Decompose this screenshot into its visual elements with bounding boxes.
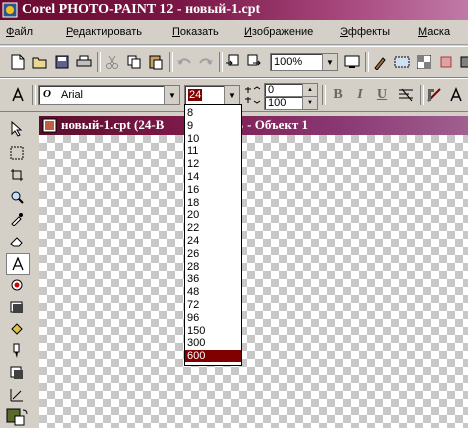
italic-button[interactable]: I — [350, 85, 370, 105]
effect-tool-icon[interactable] — [6, 363, 28, 383]
font-size-option[interactable]: 28 — [185, 261, 241, 273]
spinner-icon[interactable]: ▼ — [302, 97, 317, 109]
text-tool-icon[interactable] — [8, 85, 28, 105]
eraser-tool-icon[interactable] — [6, 231, 28, 251]
font-size-option[interactable]: 150 — [185, 325, 241, 337]
align-icon[interactable] — [396, 85, 416, 105]
full-screen-icon[interactable] — [342, 52, 362, 72]
pick-tool-icon[interactable] — [6, 119, 28, 139]
font-size-option[interactable]: 96 — [185, 312, 241, 324]
toolbar-separator — [169, 52, 173, 72]
crop-tool-icon[interactable] — [6, 165, 28, 185]
font-size-option[interactable]: 600 — [185, 350, 241, 363]
font-size-option[interactable]: 24 — [185, 235, 241, 247]
import-icon[interactable] — [222, 52, 242, 72]
font-size-select[interactable]: 24 ▼ — [184, 85, 240, 105]
font-size-option[interactable]: 14 — [185, 171, 241, 183]
spinner-icon[interactable]: ▲ — [302, 84, 317, 96]
font-size-dropdown-list: 8 9 10 11 12 14 16 18 20 22 24 26 28 36 48 72 96 150 300 60… — [184, 104, 242, 366]
menu-image[interactable]: Изображение — [244, 26, 313, 38]
font-size-value: 24 — [188, 89, 203, 101]
undo-icon[interactable] — [174, 52, 194, 72]
kerning-spacing-icon — [242, 85, 262, 105]
rectangle-tool-icon[interactable] — [6, 297, 28, 317]
brush-icon[interactable] — [370, 52, 390, 72]
red-eye-tool-icon[interactable] — [6, 275, 28, 295]
font-size-option[interactable]: 8 — [185, 107, 241, 119]
checker-mask-icon[interactable] — [414, 52, 434, 72]
document-window: новый-1.cpt (24-B @100% - Объект 1 — [37, 113, 468, 428]
object-icon[interactable] — [456, 52, 468, 72]
toolbar-separator — [365, 52, 369, 72]
menu-view[interactable]: Показать — [172, 26, 219, 38]
font-size-option[interactable]: 12 — [185, 158, 241, 170]
font-name-select[interactable]: O Arial ▼ — [38, 85, 180, 105]
export-icon[interactable] — [244, 52, 264, 72]
kerning-value: 0 — [268, 84, 275, 96]
toolbar-separator — [32, 85, 36, 105]
render-to-mask-icon[interactable] — [424, 85, 444, 105]
corel-app-icon — [2, 2, 18, 18]
menu-effects[interactable]: Эффекты — [340, 26, 390, 38]
app-title-bar: Corel PHOTO-PAINT 12 - новый-1.cpt — [0, 0, 468, 20]
bold-button[interactable]: B — [328, 85, 348, 105]
stop-icon[interactable] — [436, 52, 456, 72]
menu-file[interactable]: Файл — [6, 26, 33, 38]
standard-toolbar: 100% ▼ — [0, 46, 468, 78]
line-spacing-input[interactable]: 100 ▼ — [264, 96, 318, 110]
chevron-down-icon[interactable]: ▼ — [322, 54, 337, 70]
open-icon[interactable] — [30, 52, 50, 72]
paint-tool-icon[interactable] — [6, 341, 28, 361]
clone-tool-icon[interactable] — [6, 385, 28, 405]
paste-icon[interactable] — [146, 52, 166, 72]
font-size-option[interactable]: 9 — [185, 120, 241, 132]
new-icon[interactable] — [8, 52, 28, 72]
kerning-input[interactable]: 0 ▲ — [264, 83, 318, 97]
print-icon[interactable] — [74, 52, 94, 72]
copy-icon[interactable] — [124, 52, 144, 72]
font-size-option[interactable]: 48 — [185, 286, 241, 298]
font-size-option[interactable]: 11 — [185, 145, 241, 157]
document-title-bar[interactable]: новый-1.cpt (24-B @100% - Объект 1 — [39, 116, 468, 135]
redo-icon[interactable] — [196, 52, 216, 72]
mask-rectangle-tool-icon[interactable] — [6, 143, 28, 163]
mask-marquee-icon[interactable] — [392, 52, 412, 72]
toolbox — [0, 113, 36, 428]
toolbar-separator — [322, 85, 326, 105]
menu-edit[interactable]: Редактировать — [66, 26, 142, 38]
zoom-level-value: 100% — [274, 56, 303, 68]
transparent-canvas[interactable] — [39, 135, 468, 428]
zoom-tool-icon[interactable] — [6, 187, 28, 207]
color-swatch-icon[interactable] — [6, 407, 28, 427]
toolbar-separator — [97, 52, 101, 72]
document-title-text: новый-1.cpt (24-B — [61, 117, 165, 132]
opentype-font-icon: O — [43, 88, 51, 100]
font-size-option[interactable]: 36 — [185, 273, 241, 285]
document-icon — [42, 118, 57, 133]
line-spacing-value: 100 — [268, 97, 287, 109]
text-to-path-icon[interactable] — [446, 85, 466, 105]
font-size-option[interactable]: 300 — [185, 337, 241, 349]
font-size-option[interactable]: 18 — [185, 197, 241, 209]
font-size-option[interactable]: 72 — [185, 299, 241, 311]
font-size-option[interactable]: 22 — [185, 222, 241, 234]
cut-icon[interactable] — [102, 52, 122, 72]
save-icon[interactable] — [52, 52, 72, 72]
font-name-value: Arial — [61, 89, 84, 101]
menu-mask[interactable]: Маска — [418, 26, 450, 38]
text-tool-icon[interactable] — [6, 253, 30, 275]
zoom-level-select[interactable]: 100% ▼ — [270, 53, 338, 71]
app-title: Corel PHOTO-PAINT 12 - новый-1.cpt — [22, 2, 261, 17]
underline-button[interactable]: U — [372, 85, 392, 105]
fill-tool-icon[interactable] — [6, 319, 28, 339]
font-size-option[interactable]: 26 — [185, 248, 241, 260]
chevron-down-icon[interactable]: ▼ — [224, 86, 239, 104]
font-size-option[interactable]: 10 — [185, 133, 241, 145]
font-size-option[interactable]: 20 — [185, 209, 241, 221]
font-size-option[interactable]: 16 — [185, 184, 241, 196]
menu-bar: Файл Редактировать Показать Изображение … — [0, 22, 468, 45]
chevron-down-icon[interactable]: ▼ — [164, 86, 179, 104]
eyedropper-tool-icon[interactable] — [6, 209, 28, 229]
